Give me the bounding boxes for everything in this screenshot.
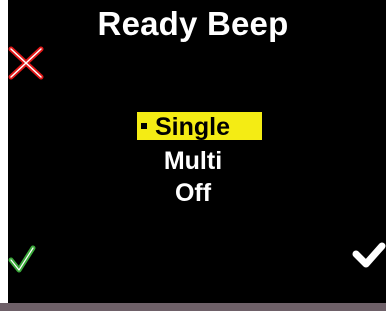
menu-item-off[interactable]: Off [0,178,386,208]
selection-bullet-icon [141,123,147,130]
confirm-button-right[interactable] [352,240,386,270]
confirm-button-left[interactable] [8,244,36,274]
close-icon [8,46,44,80]
menu-item-label: Single [155,113,231,141]
checkmark-icon [352,242,386,268]
screen-title: Ready Beep [97,5,289,42]
bottom-strip [0,303,386,311]
menu-item-label: Off [174,179,212,207]
menu-item-single[interactable]: Single [137,112,262,141]
checkmark-icon [8,245,36,273]
menu-item-label: Multi [163,147,223,175]
cancel-button[interactable] [6,46,46,80]
menu-item-multi[interactable]: Multi [0,146,386,176]
